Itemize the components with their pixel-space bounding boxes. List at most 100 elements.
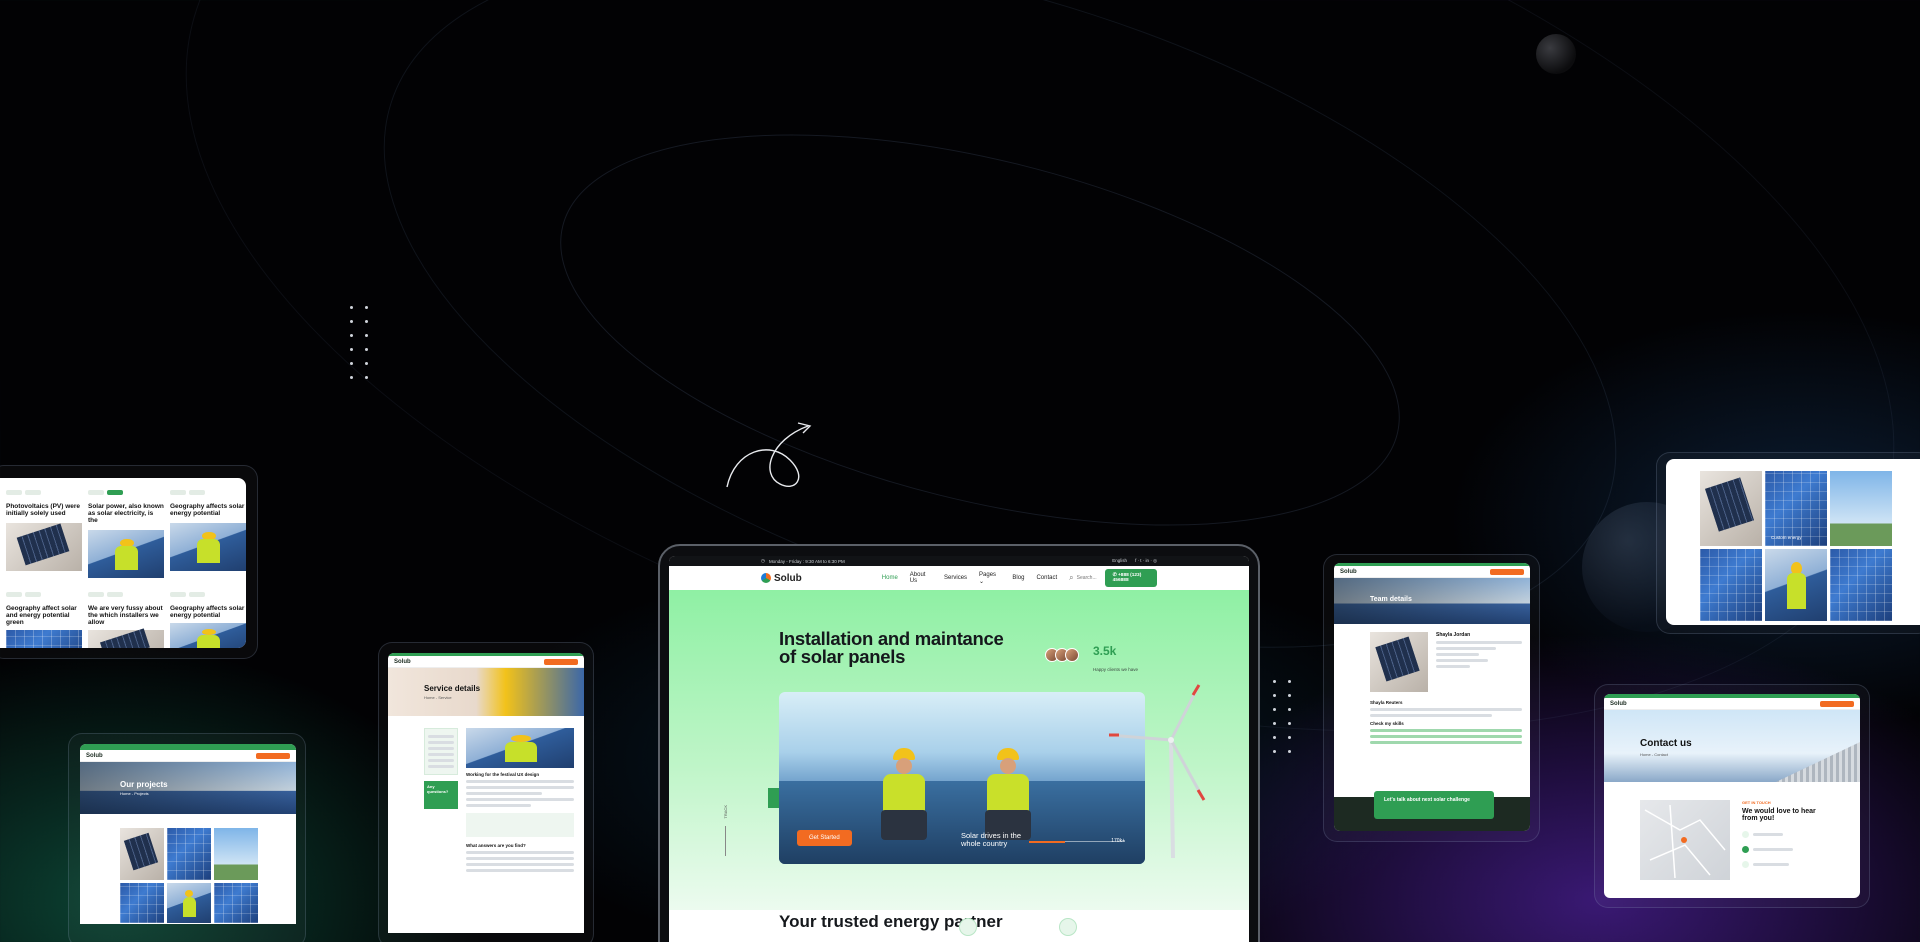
member-photo [1370,632,1428,692]
project-image[interactable] [214,883,258,923]
search-field[interactable]: ⌕ Search... [1069,573,1097,583]
page-banner: Team details [1334,578,1530,624]
stat-value: 3.5k [1093,644,1117,658]
blog-card-title: Geography affect solar and energy potent… [6,605,77,626]
get-started-button[interactable]: Get Started [797,830,852,846]
faq-title: What answers are you find? [466,843,526,848]
blog-card[interactable]: Geography affects solar energy potential [170,482,246,578]
feature-icon [959,918,977,936]
language-selector[interactable]: English [1112,558,1127,564]
project-image[interactable] [120,883,164,923]
dot-grid-left [350,306,368,379]
breadcrumb: Home - Service [424,695,452,700]
sidebar-cta-card[interactable]: Any questions? [424,781,458,809]
logo-text: Solub [774,572,802,584]
member-name: Shayla Jordan [1436,632,1471,638]
blog-card[interactable]: Geography affect solar and energy potent… [6,584,82,648]
page-title: Our projects [120,780,168,789]
logo[interactable]: Solub [86,753,103,759]
gallery-image[interactable] [1700,471,1762,546]
phone-icon [1742,831,1749,838]
gallery-preview-screen[interactable]: Custom energy [1666,459,1920,625]
blog-preview-screen[interactable]: Photovoltaics (PV) were initially solely… [0,478,246,648]
blog-card-image [6,630,82,648]
nav-pages-label: Pages [979,571,997,578]
check-icon [1059,918,1077,936]
blog-card-title: Photovoltaics (PV) were initially solely… [6,503,81,517]
blog-card[interactable]: Geography affects solar energy potential [170,584,246,648]
blog-card[interactable]: Solar power, also known as solar electri… [88,482,164,578]
blog-card-image [6,523,82,571]
blog-card[interactable]: Photovoltaics (PV) were initially solely… [6,482,82,578]
blog-card[interactable]: We are very fussy about the which instal… [88,584,164,648]
map[interactable] [1640,800,1730,880]
header-cta-button[interactable] [256,752,290,759]
clients-stat: 3.5k Happy clients we have [1093,644,1138,676]
hero-section: Installation and maintance of solar pane… [669,590,1249,910]
search-placeholder: Search... [1076,575,1097,581]
hero-image: Get Started Solar drives in the whole co… [779,692,1145,864]
header-cta-button[interactable] [1820,700,1854,707]
main-navbar: Solub Home About Us Services Pages ⌄ Blo… [669,566,1249,590]
skills-heading: Check my skills [1370,721,1404,726]
stat-label: Happy clients we have [1093,667,1139,672]
business-hours: Monday - Friday : 9:30 AM to 6:30 PM [768,558,845,564]
social-icons[interactable]: f · t · in · ◎ [1135,558,1157,564]
map-lines [1644,804,1726,879]
blog-card-title: Geography affects solar energy potential [170,605,245,619]
project-image[interactable] [167,883,211,923]
header-cta-button[interactable] [1490,568,1524,575]
service-sidebar-menu[interactable] [424,728,458,775]
client-avatars [1045,648,1079,662]
avatar [1065,648,1079,662]
gallery-image[interactable] [1830,549,1892,621]
contact-phone[interactable] [1742,830,1860,839]
service-heading: Working for the festival UX design [466,772,540,777]
gallery-image[interactable] [1830,471,1892,546]
contact-address[interactable] [1742,845,1860,854]
blog-card-image [170,523,246,571]
logo[interactable]: Solub [1340,569,1357,575]
nav-contact[interactable]: Contact [1036,575,1057,581]
contact-preview-screen[interactable]: Solub Contact us Home - Contact GET IN T… [1604,694,1860,898]
page-title: Service details [424,684,481,693]
project-image[interactable] [120,828,164,880]
site-logo[interactable]: Solub [761,573,802,584]
hero-title: Installation and maintance of solar pane… [779,628,1004,667]
page-banner: Contact us Home - Contact [1604,710,1860,782]
location-icon [1742,846,1749,853]
nav-blog[interactable]: Blog [1012,575,1024,581]
nav-pages[interactable]: Pages ⌄ [979,572,1000,585]
gallery-image[interactable] [1765,549,1827,621]
mail-icon [1742,861,1749,868]
worker-figure [979,748,1037,844]
projects-preview-screen[interactable]: Solub Our projects Home - Projects [80,744,296,924]
dot-grid-right [1273,680,1291,753]
project-image[interactable] [167,828,211,880]
service-preview-screen[interactable]: Solub Service details Home - Service Any… [388,653,584,933]
gallery-image[interactable]: Custom energy [1765,471,1827,546]
main-site-screen[interactable]: ◷ Monday - Friday : 9:30 AM to 6:30 PM E… [669,556,1249,942]
top-info-bar: ◷ Monday - Friday : 9:30 AM to 6:30 PM E… [669,556,1249,566]
header-cta-button[interactable] [544,658,578,665]
gallery-image[interactable] [1700,549,1762,621]
logo[interactable]: Solub [1610,701,1627,707]
quote-block [466,813,574,837]
gallery-caption: Custom energy [1771,535,1802,540]
nav-services[interactable]: Services [944,575,967,581]
call-button[interactable]: ✆ +888 (123) 456888 [1104,569,1157,587]
nav-home[interactable]: Home [882,575,898,581]
progress-fill [1029,840,1066,843]
laptop-frame: ◷ Monday - Friday : 9:30 AM to 6:30 PM E… [658,544,1260,942]
page-banner: Service details Home - Service [388,668,584,716]
project-image[interactable] [214,828,258,880]
team-preview-screen[interactable]: Solub Team details Shayla Jordan Shayla … [1334,563,1530,831]
nav-about[interactable]: About Us [910,572,932,584]
blog-card-title: Solar power, also known as solar electri… [88,503,164,524]
contact-email[interactable] [1742,860,1860,869]
team-cta-banner[interactable]: Let's talk about next solar challenge [1374,791,1494,819]
logo[interactable]: Solub [394,659,411,665]
worker-figure [875,748,933,844]
search-icon: ⌕ [1069,573,1074,582]
chevron-down-icon: ⌄ [979,578,985,585]
